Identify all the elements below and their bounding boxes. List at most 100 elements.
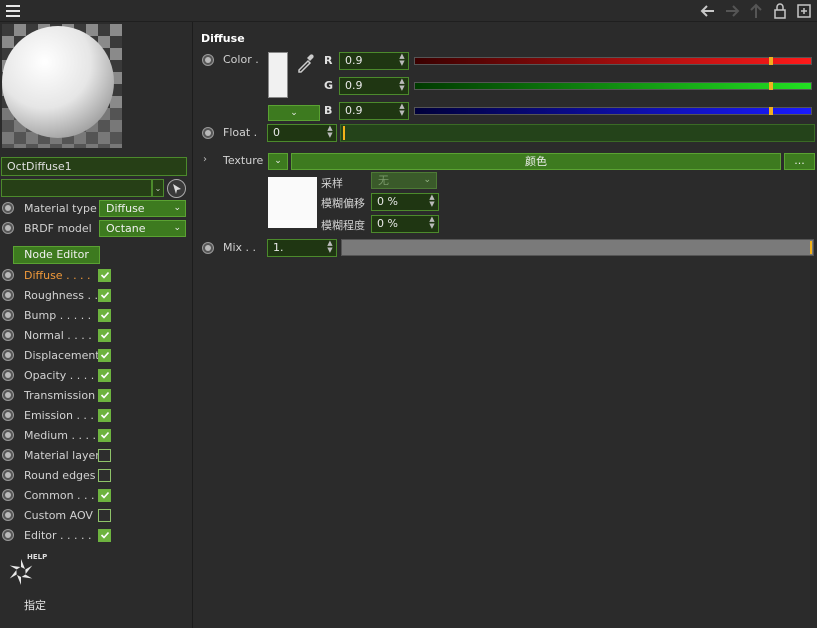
channel-checkbox[interactable] xyxy=(98,368,111,382)
blur-scale-input[interactable]: 0 % ▲ ▼ xyxy=(371,215,439,233)
animate-radio[interactable] xyxy=(2,222,14,234)
node-editor-button[interactable]: Node Editor xyxy=(13,246,100,264)
channel-radio[interactable] xyxy=(2,269,14,281)
g-slider[interactable] xyxy=(414,82,812,90)
float-slider-handle[interactable] xyxy=(343,126,345,140)
texture-type-dropdown[interactable]: ⌄ xyxy=(268,153,288,170)
channel-radio[interactable] xyxy=(2,409,14,421)
channel-checkbox[interactable] xyxy=(98,348,111,362)
mix-slider-handle[interactable] xyxy=(810,241,812,254)
channel-row[interactable]: Emission . . . xyxy=(2,405,111,425)
arrow-up-icon[interactable] xyxy=(747,2,765,20)
channel-label[interactable]: Normal . . . . xyxy=(24,329,98,342)
channel-checkbox[interactable] xyxy=(98,308,111,322)
b-slider-knob[interactable] xyxy=(769,107,773,115)
channel-checkbox[interactable] xyxy=(98,528,111,542)
channel-checkbox[interactable] xyxy=(98,508,111,522)
r-slider-knob[interactable] xyxy=(769,57,773,65)
channel-checkbox[interactable] xyxy=(98,328,111,342)
channel-row[interactable]: Opacity . . . . xyxy=(2,365,111,385)
channel-checkbox[interactable] xyxy=(98,388,111,402)
material-sub-field[interactable] xyxy=(1,179,152,197)
channel-radio[interactable] xyxy=(2,429,14,441)
channel-checkbox[interactable] xyxy=(98,468,111,482)
channel-radio[interactable] xyxy=(2,469,14,481)
texture-expand-icon[interactable]: › xyxy=(203,154,207,165)
channel-row[interactable]: Roughness . . xyxy=(2,285,111,305)
mix-animate-radio[interactable] xyxy=(202,242,214,254)
b-value-input[interactable]: 0.9 ▲ ▼ xyxy=(339,102,409,120)
assign-label[interactable]: 指定 xyxy=(24,597,46,613)
channel-label[interactable]: Custom AOV xyxy=(24,509,98,522)
new-window-icon[interactable] xyxy=(795,2,813,20)
channel-radio[interactable] xyxy=(2,349,14,361)
channel-label[interactable]: Medium . . . . xyxy=(24,429,98,442)
eyedropper-icon[interactable] xyxy=(295,52,317,74)
channel-label[interactable]: Transmission xyxy=(24,389,98,402)
channel-label[interactable]: Roughness . . xyxy=(24,289,98,302)
lock-icon[interactable] xyxy=(771,2,789,20)
channel-row[interactable]: Bump . . . . . xyxy=(2,305,111,325)
channel-row[interactable]: Material layer xyxy=(2,445,111,465)
channel-label[interactable]: Editor . . . . . xyxy=(24,529,98,542)
channel-label[interactable]: Bump . . . . . xyxy=(24,309,98,322)
texture-shader-button[interactable]: 颜色 xyxy=(291,153,781,170)
blur-offset-input[interactable]: 0 % ▲ ▼ xyxy=(371,193,439,211)
color-swatch[interactable] xyxy=(268,52,288,98)
arrow-right-icon[interactable] xyxy=(723,2,741,20)
mix-slider[interactable] xyxy=(341,239,814,256)
brdf-model-dropdown[interactable]: Octane ⌄ xyxy=(99,219,186,237)
arrow-left-icon[interactable] xyxy=(699,2,717,20)
sampling-dropdown[interactable]: 无 ⌄ xyxy=(371,172,437,189)
pick-object-button[interactable] xyxy=(167,179,186,198)
channel-label[interactable]: Displacement xyxy=(24,349,98,362)
channel-row[interactable]: Transmission xyxy=(2,385,111,405)
channel-checkbox[interactable] xyxy=(98,268,111,282)
channel-radio[interactable] xyxy=(2,309,14,321)
channel-radio[interactable] xyxy=(2,289,14,301)
channel-label[interactable]: Common . . . xyxy=(24,489,98,502)
g-value-input[interactable]: 0.9 ▲ ▼ xyxy=(339,77,409,95)
color-animate-radio[interactable] xyxy=(202,54,214,66)
channel-radio[interactable] xyxy=(2,389,14,401)
octane-help-logo[interactable]: HELP xyxy=(6,553,47,587)
float-slider[interactable] xyxy=(340,124,815,142)
float-value-input[interactable]: 0 ▲ ▼ xyxy=(267,124,337,142)
channel-row[interactable]: Round edges xyxy=(2,465,111,485)
menu-icon[interactable] xyxy=(6,5,20,17)
mix-value-input[interactable]: 1. ▲ ▼ xyxy=(267,239,337,257)
channel-checkbox[interactable] xyxy=(98,488,111,502)
channel-checkbox[interactable] xyxy=(98,448,111,462)
channel-checkbox[interactable] xyxy=(98,288,111,302)
channel-row[interactable]: Common . . . xyxy=(2,485,111,505)
channel-radio[interactable] xyxy=(2,529,14,541)
channel-label[interactable]: Opacity . . . . xyxy=(24,369,98,382)
material-name-field[interactable]: OctDiffuse1 xyxy=(1,157,187,176)
r-slider[interactable] xyxy=(414,57,812,65)
channel-row[interactable]: Diffuse . . . . xyxy=(2,265,111,285)
material-type-dropdown[interactable]: Diffuse ⌄ xyxy=(99,199,186,217)
channel-radio[interactable] xyxy=(2,489,14,501)
channel-row[interactable]: Editor . . . . . xyxy=(2,525,111,545)
animate-radio[interactable] xyxy=(2,202,14,214)
g-slider-knob[interactable] xyxy=(769,82,773,90)
channel-checkbox[interactable] xyxy=(98,428,111,442)
sub-dropdown-button[interactable]: ⌄ xyxy=(152,179,164,197)
channel-label[interactable]: Material layer xyxy=(24,449,98,462)
channel-radio[interactable] xyxy=(2,369,14,381)
color-mode-dropdown[interactable]: ⌄ xyxy=(268,105,320,121)
channel-row[interactable]: Medium . . . . xyxy=(2,425,111,445)
channel-radio[interactable] xyxy=(2,449,14,461)
channel-radio[interactable] xyxy=(2,329,14,341)
channel-row[interactable]: Displacement xyxy=(2,345,111,365)
r-value-input[interactable]: 0.9 ▲ ▼ xyxy=(339,52,409,70)
b-slider[interactable] xyxy=(414,107,812,115)
float-animate-radio[interactable] xyxy=(202,127,214,139)
channel-label[interactable]: Round edges xyxy=(24,469,98,482)
channel-row[interactable]: Custom AOV xyxy=(2,505,111,525)
channel-row[interactable]: Normal . . . . xyxy=(2,325,111,345)
channel-radio[interactable] xyxy=(2,509,14,521)
channel-label[interactable]: Diffuse . . . . xyxy=(24,269,98,282)
texture-more-button[interactable]: ... xyxy=(784,153,815,170)
channel-label[interactable]: Emission . . . xyxy=(24,409,98,422)
